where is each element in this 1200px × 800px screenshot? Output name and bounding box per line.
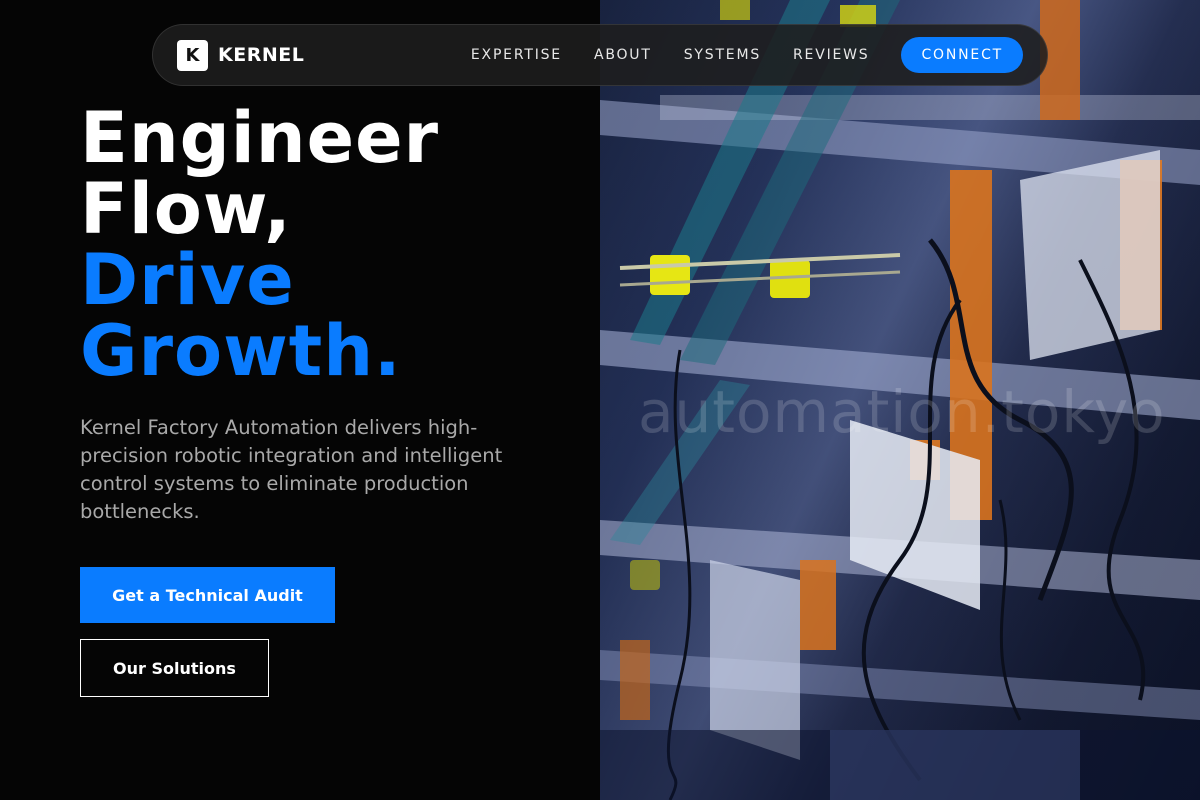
brand-name: KERNEL: [218, 44, 305, 66]
nav-links: EXPERTISE ABOUT SYSTEMS REVIEWS CONNECT: [471, 37, 1023, 73]
nav-link-about[interactable]: ABOUT: [594, 47, 652, 63]
hero-title: Engineer Flow, Drive Growth.: [80, 103, 439, 387]
nav-link-expertise[interactable]: EXPERTISE: [471, 47, 562, 63]
nav-link-systems[interactable]: SYSTEMS: [684, 47, 761, 63]
hero-title-line-2: Flow,: [80, 168, 292, 250]
landing-page: automation.tokyo K KERNEL EXPERTISE ABOU…: [0, 0, 1200, 800]
top-navbar: K KERNEL EXPERTISE ABOUT SYSTEMS REVIEWS…: [152, 24, 1048, 86]
kernel-logo-icon: K: [177, 39, 208, 71]
hero-description: Kernel Factory Automation delivers high-…: [80, 416, 503, 523]
nav-link-reviews[interactable]: REVIEWS: [793, 47, 869, 63]
hero-image: automation.tokyo: [600, 0, 1200, 800]
brand[interactable]: K KERNEL: [177, 39, 305, 71]
hero-title-accent-line-2: Growth.: [80, 310, 402, 392]
hero-title-accent-line-1: Drive: [80, 239, 295, 321]
technical-audit-button[interactable]: Get a Technical Audit: [80, 567, 335, 623]
our-solutions-button[interactable]: Our Solutions: [80, 639, 269, 697]
hero-title-line-1: Engineer: [80, 97, 440, 179]
connect-button[interactable]: CONNECT: [901, 37, 1023, 73]
image-watermark: automation.tokyo: [638, 378, 1166, 446]
